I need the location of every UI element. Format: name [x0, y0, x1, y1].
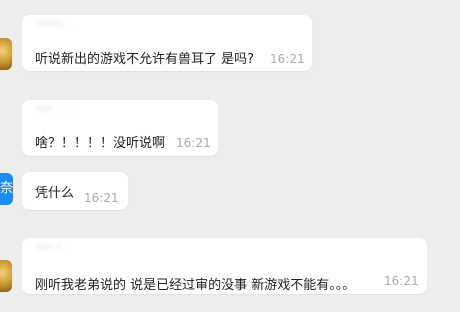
message-bubble: 凭什么 16:21: [22, 172, 128, 210]
user-avatar[interactable]: 奈: [0, 173, 13, 205]
message-time: 16:21: [84, 191, 119, 205]
message-text: 听说新出的游戏不允许有兽耳了 是吗?: [35, 52, 255, 67]
message-text: 刚听我老弟说的 说是已经过审的没事 新游戏不能有。。。: [35, 278, 356, 293]
message-bubble: ***** · 听说新出的游戏不允许有兽耳了 是吗? 16:21: [22, 15, 312, 71]
message-time: 16:21: [270, 52, 305, 66]
message-text: 凭什么: [35, 186, 75, 201]
sender-name: *** * ·: [36, 244, 70, 254]
message-text: 啥？！！！！没听说啊: [35, 136, 166, 151]
user-avatar[interactable]: [0, 260, 12, 292]
message-2: *** · · · 啥？！！！！没听说啊 16:21: [0, 90, 460, 160]
message-bubble: *** * · 刚听我老弟说的 说是已经过审的没事 新游戏不能有。。。 16:2…: [22, 238, 427, 294]
sender-name: *** · · ·: [36, 106, 76, 116]
chat-window: ***** · 听说新出的游戏不允许有兽耳了 是吗? 16:21 *** · ·…: [0, 0, 460, 312]
message-time: 16:21: [384, 274, 419, 288]
message-1: ***** · 听说新出的游戏不允许有兽耳了 是吗? 16:21: [0, 0, 460, 80]
message-time: 16:21: [176, 136, 211, 150]
message-4: *** * · 刚听我老弟说的 说是已经过审的没事 新游戏不能有。。。 16:2…: [0, 230, 460, 312]
message-3: 奈 凭什么 16:21: [0, 165, 460, 215]
message-bubble: *** · · · 啥？！！！！没听说啊 16:21: [22, 100, 218, 156]
user-avatar[interactable]: [0, 38, 12, 70]
sender-name: ***** ·: [36, 21, 72, 31]
